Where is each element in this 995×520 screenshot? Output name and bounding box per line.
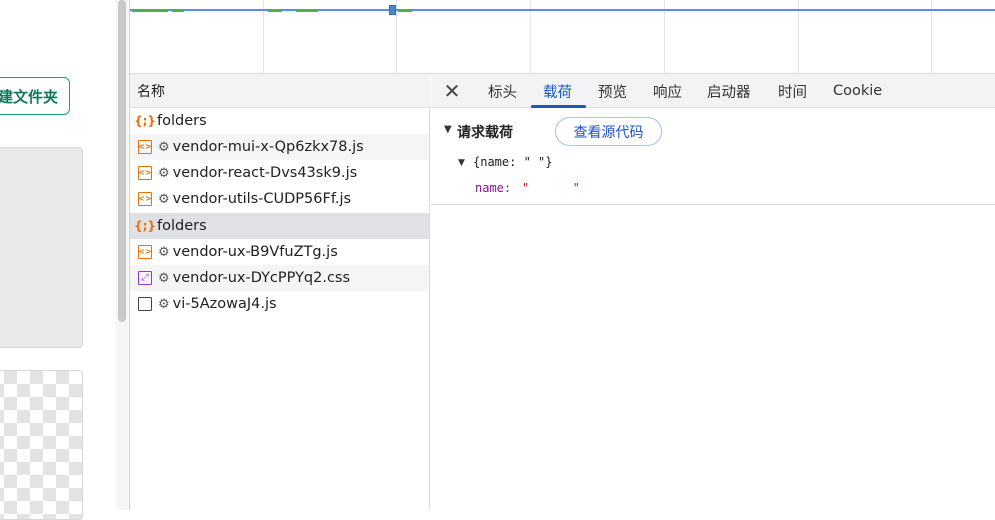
request-row[interactable]: {;} folders <box>130 108 429 134</box>
overview-selection-marker[interactable] <box>389 5 396 15</box>
gear-icon: ⚙ <box>158 270 170 286</box>
overview-grid-line <box>263 0 264 74</box>
request-name: vendor-utils-CUDP56Ff.js <box>172 191 352 207</box>
view-source-button[interactable]: 查看源代码 <box>555 117 662 146</box>
caret-down-icon[interactable]: ▼ <box>444 124 452 135</box>
overview-grid-line <box>931 0 932 74</box>
payload-object-summary[interactable]: {name: " "} <box>473 155 552 169</box>
overview-timeline-bar <box>130 9 995 11</box>
content-panel <box>0 147 83 348</box>
fetch-braces-icon: {;} <box>134 219 156 233</box>
transparent-image-preview <box>0 370 83 520</box>
gear-icon: ⚙ <box>158 296 170 312</box>
request-row-selected[interactable]: {;} folders <box>130 213 429 239</box>
new-folder-button[interactable]: 建文件夹 <box>0 77 70 115</box>
request-row[interactable]: ⤢ ⚙ vendor-ux-DYcPPYq2.css <box>130 265 429 291</box>
tab-headers[interactable]: 标头 <box>488 74 517 108</box>
overview-grid-line <box>396 0 397 74</box>
js-file-icon: <> <box>138 245 152 259</box>
overview-grid-line <box>798 0 799 74</box>
gear-icon: ⚙ <box>158 165 170 181</box>
overview-grid-line <box>530 0 531 74</box>
tab-cookies[interactable]: Cookie <box>833 74 882 108</box>
request-row[interactable]: <> ⚙ vendor-utils-CUDP56Ff.js <box>130 186 429 212</box>
gear-icon: ⚙ <box>158 139 170 155</box>
tab-initiator[interactable]: 启动器 <box>707 74 751 108</box>
request-name: vi-5AzowaJ4.js <box>172 296 277 312</box>
request-name: vendor-react-Dvs43sk9.js <box>172 165 358 181</box>
overview-grid-line <box>664 0 665 74</box>
request-name: vendor-ux-B9VfuZTg.js <box>172 244 338 260</box>
js-file-icon: <> <box>138 140 152 154</box>
request-row[interactable]: <> ⚙ vendor-mui-x-Qp6zkx78.js <box>130 134 429 160</box>
tab-response[interactable]: 响应 <box>653 74 682 108</box>
page-scrollbar-thumb[interactable] <box>118 0 126 322</box>
fetch-braces-icon: {;} <box>134 114 156 128</box>
overview-download-bar <box>268 9 282 12</box>
gear-icon: ⚙ <box>158 191 170 207</box>
request-row[interactable]: <> ⚙ vendor-ux-B9VfuZTg.js <box>130 239 429 265</box>
network-overview[interactable] <box>130 0 995 74</box>
request-row[interactable]: ⚙ vi-5AzowaJ4.js <box>130 291 429 317</box>
payload-property-value: " " <box>522 181 580 195</box>
request-name: vendor-ux-DYcPPYq2.css <box>172 270 351 286</box>
payload-section-title[interactable]: 请求载荷 <box>457 122 513 142</box>
overview-download-bar <box>132 9 168 12</box>
caret-down-icon[interactable]: ▼ <box>458 158 465 168</box>
request-row[interactable]: <> ⚙ vendor-react-Dvs43sk9.js <box>130 160 429 186</box>
request-name: folders <box>157 218 207 234</box>
tab-timing[interactable]: 时间 <box>778 74 807 108</box>
tab-preview[interactable]: 预览 <box>598 74 627 108</box>
tab-payload[interactable]: 载荷 <box>543 74 572 108</box>
close-icon[interactable]: ✕ <box>441 79 463 103</box>
overview-download-bar <box>296 9 318 12</box>
css-file-icon: ⤢ <box>138 271 152 285</box>
request-name: folders <box>157 113 207 129</box>
overview-download-bar <box>398 9 412 12</box>
js-file-icon: <> <box>138 192 152 206</box>
payload-property-key: name: <box>475 181 512 195</box>
js-file-icon: <> <box>138 166 152 180</box>
overview-download-bar <box>172 9 184 12</box>
name-column-header[interactable]: 名称 <box>130 74 430 108</box>
gear-icon: ⚙ <box>158 244 170 260</box>
document-icon <box>138 297 152 311</box>
request-name: vendor-mui-x-Qp6zkx78.js <box>172 139 364 155</box>
